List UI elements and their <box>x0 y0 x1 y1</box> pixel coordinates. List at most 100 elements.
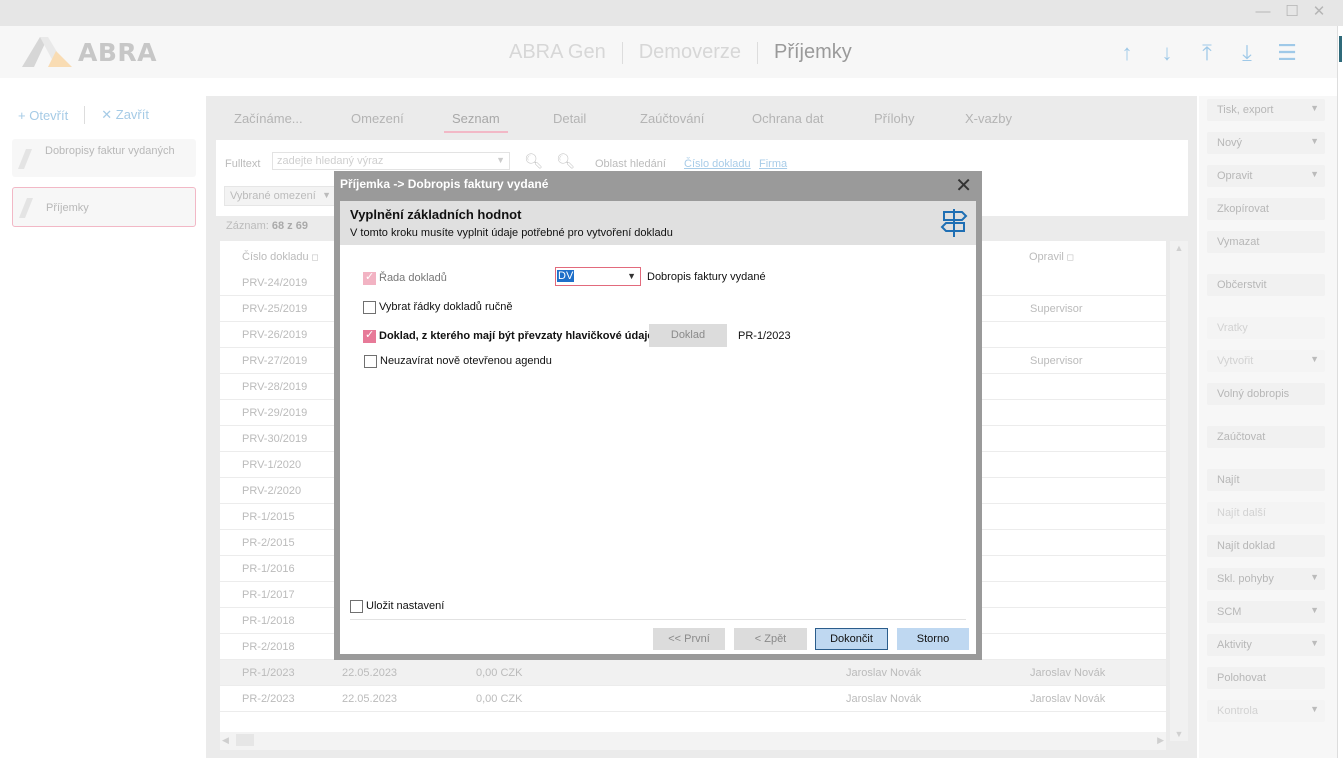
cell-doc-number: PR-1/2017 <box>242 589 295 601</box>
dialog-header-subtitle: V tomto kroku musíte vyplnit údaje potře… <box>350 227 673 239</box>
action-volný-dobropis-button[interactable]: Volný dobropis <box>1207 383 1325 405</box>
horizontal-scrollbar[interactable]: ◀ ▶ <box>220 732 1166 750</box>
action-zkopírovat-button[interactable]: Zkopírovat <box>1207 198 1325 220</box>
open-button[interactable]: + Otevřít <box>18 108 68 123</box>
arrow-down-icon[interactable]: ↓ <box>1147 40 1187 66</box>
cell-modified-by: Jaroslav Novák <box>1030 693 1106 705</box>
sidebar-item-prijemky[interactable]: Příjemky <box>12 187 196 227</box>
chevron-down-icon[interactable]: ▼ <box>1310 704 1319 714</box>
pick-rows-label: Vybrat řádky dokladů ručně <box>379 301 513 313</box>
scroll-up-icon[interactable]: ▲ <box>1170 241 1188 253</box>
document-stripe-icon <box>19 198 33 218</box>
search-next-icon[interactable]: 🔍︎ <box>556 152 575 170</box>
chevron-down-icon[interactable]: ▼ <box>1310 572 1319 582</box>
action-tisk-export-button[interactable]: Tisk, export ▼ <box>1207 99 1325 121</box>
action-vytvořit-button[interactable]: Vytvořit ▼ <box>1207 350 1325 372</box>
scroll-right-icon[interactable]: ▶ <box>1157 735 1164 746</box>
chevron-down-icon[interactable]: ▼ <box>1310 169 1319 179</box>
action-label: Vymazat <box>1217 236 1260 248</box>
action-kontrola-button[interactable]: Kontrola ▼ <box>1207 700 1325 722</box>
maximize-button[interactable]: ☐ <box>1282 2 1302 22</box>
minimize-button[interactable]: — <box>1253 2 1273 22</box>
area-link-cislo-dokladu[interactable]: Číslo dokladu <box>684 158 751 170</box>
action-vymazat-button[interactable]: Vymazat <box>1207 231 1325 253</box>
chevron-down-icon[interactable]: ▼ <box>1310 354 1319 364</box>
breadcrumb-item[interactable]: ABRA Gen <box>509 41 606 64</box>
action-opravit-button[interactable]: Opravit ▼ <box>1207 165 1325 187</box>
tab-zauctovani[interactable]: Zaúčtování <box>640 111 704 126</box>
chevron-down-icon[interactable]: ▼ <box>1310 136 1319 146</box>
scroll-left-icon[interactable]: ◀ <box>222 735 229 746</box>
action-najít-doklad-button[interactable]: Najít doklad <box>1207 535 1325 557</box>
cell-doc-number: PRV-24/2019 <box>242 277 308 289</box>
restriction-select[interactable]: Vybrané omezení ▼ <box>224 186 336 206</box>
tab-omezeni[interactable]: Omezení <box>351 111 404 126</box>
chevron-down-icon[interactable]: ▼ <box>1310 103 1319 113</box>
tab-detail[interactable]: Detail <box>553 111 586 126</box>
action-nový-button[interactable]: Nový ▼ <box>1207 132 1325 154</box>
action-vratky-button[interactable]: Vratky <box>1207 317 1325 339</box>
column-header-opravil[interactable]: Opravil <box>1029 251 1074 263</box>
dialog-close-icon[interactable]: ✕ <box>955 173 972 198</box>
chevron-down-icon[interactable]: ▼ <box>496 155 505 165</box>
action-skl-pohyby-button[interactable]: Skl. pohyby ▼ <box>1207 568 1325 590</box>
arrow-bottom-icon[interactable]: ⤓ <box>1227 40 1267 66</box>
tab-seznam[interactable]: Seznam <box>444 111 508 133</box>
scroll-down-icon[interactable]: ▼ <box>1170 729 1188 739</box>
fulltext-input[interactable]: zadejte hledaný výraz ▼ <box>272 152 510 170</box>
chevron-down-icon[interactable]: ▼ <box>1310 605 1319 615</box>
cell-doc-number: PR-2/2023 <box>242 693 295 705</box>
tab-zaciname[interactable]: Začínáme... <box>234 111 303 126</box>
source-doc-button[interactable]: Doklad <box>649 324 727 347</box>
table-row[interactable]: PR-1/2023 22.05.2023 0,00 CZK Jaroslav Nová… <box>220 660 1166 686</box>
cell-doc-number: PR-2/2015 <box>242 537 295 549</box>
source-doc-checkbox[interactable] <box>363 328 376 343</box>
sidebar-item-dobropisy[interactable]: Dobropisy faktur vydaných <box>12 139 196 177</box>
cell-doc-number: PRV-30/2019 <box>242 433 308 445</box>
breadcrumb-current: Příjemky <box>773 41 852 63</box>
arrow-up-icon[interactable]: ↑ <box>1107 40 1147 66</box>
tab-x-vazby[interactable]: X-vazby <box>965 111 1012 126</box>
vertical-scrollbar[interactable]: ▲ ▼ <box>1170 241 1188 741</box>
search-icon[interactable]: 🔍︎ <box>524 152 543 170</box>
hamburger-menu-icon[interactable]: ☰ <box>1267 40 1307 66</box>
dialog-header: Vyplnění základních hodnot V tomto kroku… <box>340 201 976 245</box>
cancel-button[interactable]: Storno <box>897 628 969 650</box>
area-link-firma[interactable]: Firma <box>759 158 787 170</box>
close-button[interactable]: ✕ Zavřít <box>101 107 149 123</box>
keep-open-checkbox[interactable] <box>364 355 377 368</box>
breadcrumb-item[interactable]: Demoverze <box>639 41 741 64</box>
finish-button[interactable]: Dokončit <box>815 628 888 650</box>
divider <box>84 106 86 124</box>
chevron-down-icon[interactable]: ▼ <box>1310 638 1319 648</box>
record-count-value: 68 z 69 <box>271 220 308 232</box>
dialog-title: Příjemka -> Dobropis faktury vydané <box>340 177 549 191</box>
first-button[interactable]: << První <box>653 628 725 650</box>
close-window-button[interactable]: ✕ <box>1309 2 1329 22</box>
chevron-down-icon[interactable]: ▼ <box>627 271 636 281</box>
series-label: Řada dokladů <box>379 272 447 284</box>
table-row[interactable]: PR-2/2023 22.05.2023 0,00 CZK Jaroslav Nová… <box>220 686 1166 712</box>
series-select[interactable]: DV ▼ <box>555 267 641 286</box>
back-button[interactable]: < Zpět <box>734 628 807 650</box>
action-najít-button[interactable]: Najít <box>1207 469 1325 491</box>
cell-doc-number: PRV-25/2019 <box>242 303 308 315</box>
action-label: Najít doklad <box>1217 540 1276 552</box>
scroll-thumb[interactable] <box>236 734 254 746</box>
pick-rows-checkbox[interactable] <box>363 301 376 314</box>
action-label: Nový <box>1217 137 1243 149</box>
action-aktivity-button[interactable]: Aktivity ▼ <box>1207 634 1325 656</box>
action-scm-button[interactable]: SCM ▼ <box>1207 601 1325 623</box>
action-občerstvit-button[interactable]: Občerstvit <box>1207 274 1325 296</box>
sidebar-actions: + Otevřít ✕ Zavřít <box>18 106 149 124</box>
arrow-top-icon[interactable]: ⤒ <box>1187 40 1227 66</box>
tab-ochrana-dat[interactable]: Ochrana dat <box>752 111 824 126</box>
action-polohovat-button[interactable]: Polohovat <box>1207 667 1325 689</box>
action-zaúčtovat-button[interactable]: Zaúčtovat <box>1207 426 1325 448</box>
right-edge <box>1337 26 1343 758</box>
column-header-cislo-dokladu[interactable]: Číslo dokladu <box>242 251 319 263</box>
wizard-dialog: Příjemka -> Dobropis faktury vydané ✕ Vy… <box>334 171 982 660</box>
save-settings-checkbox[interactable] <box>350 600 363 613</box>
tab-prilohy[interactable]: Přílohy <box>874 111 914 126</box>
action-najít-další-button[interactable]: Najít další <box>1207 502 1325 524</box>
